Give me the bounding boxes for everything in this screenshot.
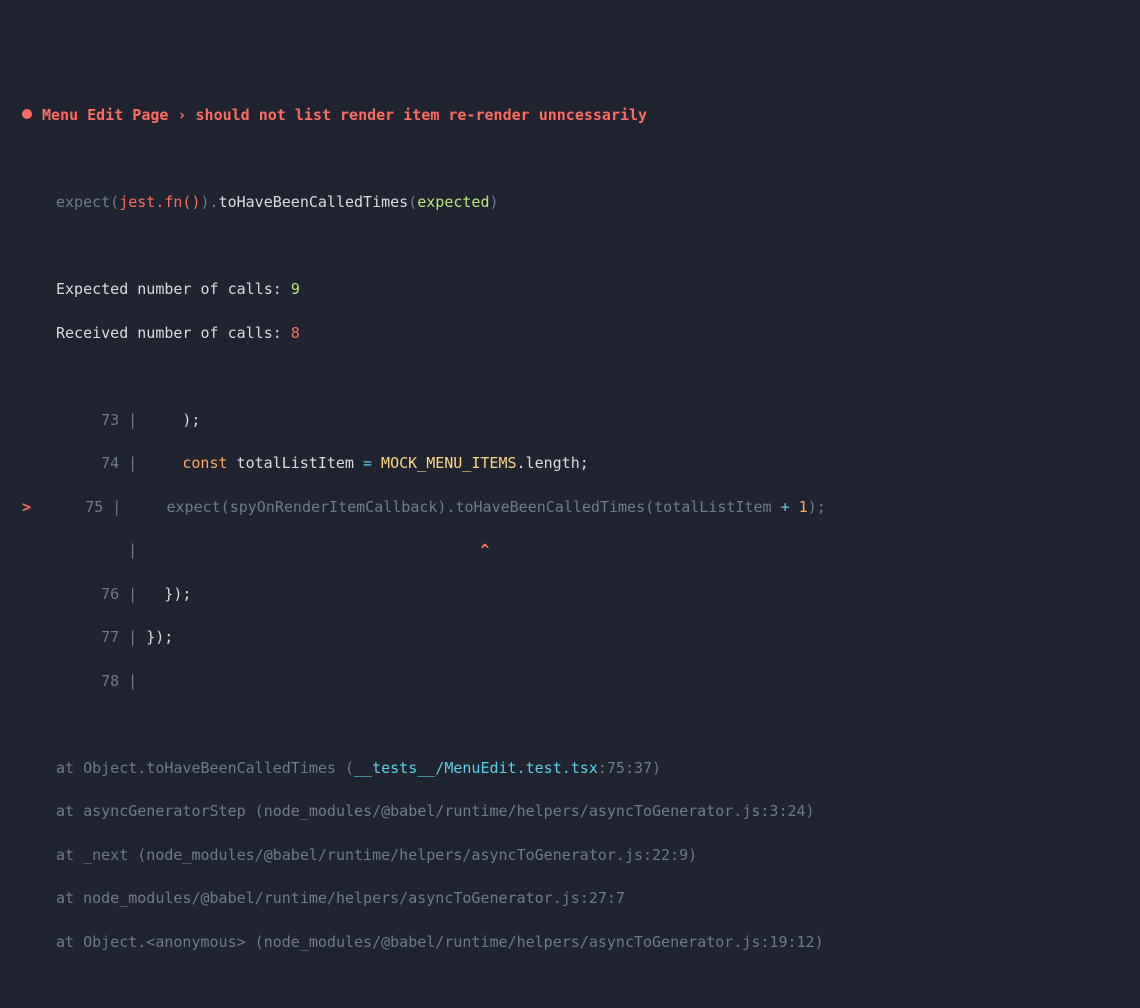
suite-name: Menu Edit Page (42, 106, 168, 124)
code-line-78: 78 | (0, 671, 1140, 693)
test-name: should not list render item re-render un… (196, 106, 648, 124)
caret-icon: ^ (480, 541, 489, 559)
stack-frame-4: at node_modules/@babel/runtime/helpers/a… (0, 888, 1140, 910)
error-pointer-icon: > (22, 498, 31, 516)
caret-line: | ^ (0, 540, 1140, 562)
separator: › (177, 106, 186, 124)
stack-frame-3: at _next (node_modules/@babel/runtime/he… (0, 845, 1140, 867)
code-line-73: 73 | ); (0, 410, 1140, 432)
received-line: Received number of calls: 8 (0, 323, 1140, 345)
stack-frame-5: at Object.<anonymous> (node_modules/@bab… (0, 932, 1140, 954)
test-header: Menu Edit Page › should not list render … (0, 105, 1140, 127)
expected-value: 9 (291, 280, 300, 298)
expected-line: Expected number of calls: 9 (0, 279, 1140, 301)
code-line-75: > 75 | expect(spyOnRenderItemCallback).t… (0, 497, 1140, 519)
received-value: 8 (291, 324, 300, 342)
code-line-76: 76 | }); (0, 584, 1140, 606)
code-line-74: 74 | const totalListItem = MOCK_MENU_ITE… (0, 453, 1140, 475)
code-line-77: 77 | }); (0, 627, 1140, 649)
matcher-line: expect(jest.fn()).toHaveBeenCalledTimes(… (0, 192, 1140, 214)
stack-frame-1: at Object.toHaveBeenCalledTimes (__tests… (0, 758, 1140, 780)
stack-frame-2: at asyncGeneratorStep (node_modules/@bab… (0, 801, 1140, 823)
source-link[interactable]: __tests__/MenuEdit.test.tsx (354, 759, 598, 777)
fail-dot-icon (22, 109, 32, 119)
